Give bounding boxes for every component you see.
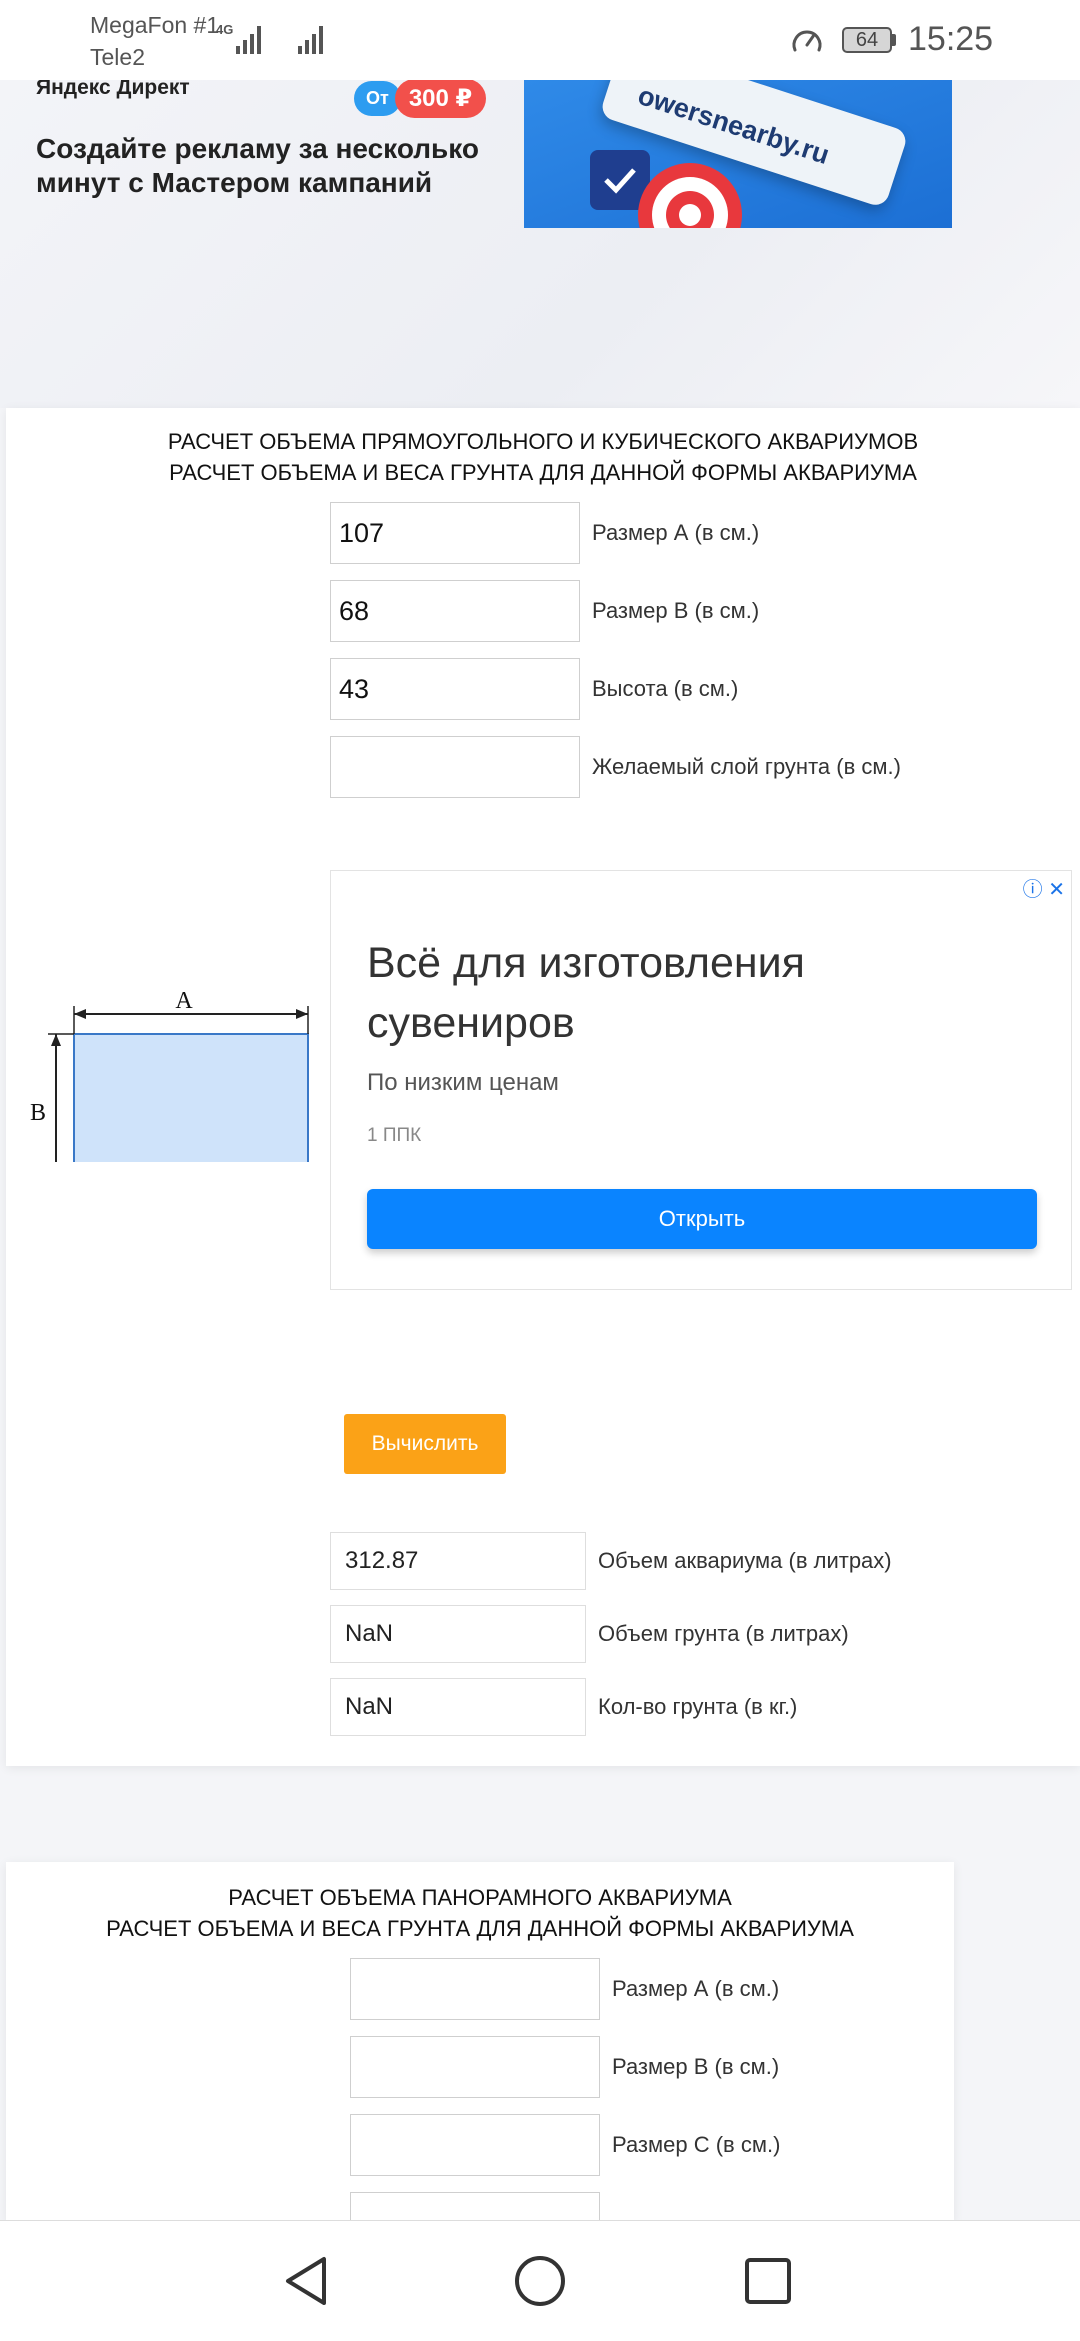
panoramic-size-b-input[interactable] xyxy=(350,2036,600,2098)
height-label: Высота (в см.) xyxy=(592,676,739,701)
soil-weight-output: NaN xyxy=(330,1678,586,1736)
aquarium-dimensions-diagram: A B xyxy=(30,992,309,1162)
ad-headline: Создайте рекламу за несколько минут с Ма… xyxy=(36,133,479,198)
size-a-label: Размер А (в см.) xyxy=(592,520,760,545)
panoramic-aquarium-calculator: РАСЧЕТ ОБЪЕМА ПАНОРАМНОГО АКВАРИУМА РАСЧ… xyxy=(6,1862,954,2254)
calculator-title-line1: РАСЧЕТ ОБЪЕМА ПРЯМОУГОЛЬНОГО И КУБИЧЕСКО… xyxy=(167,429,919,454)
calculator-title-line2: РАСЧЕТ ОБЪЕМА И ВЕСА ГРУНТА ДЛЯ ДАННОЙ Ф… xyxy=(106,1916,854,1941)
ad-title: Всё для изготовления сувениров xyxy=(367,939,805,1047)
panoramic-size-b-label: Размер В (в см.) xyxy=(612,2054,780,2079)
ad-info-close-icon[interactable]: ⓘ ✕ xyxy=(1023,873,1065,902)
rectangular-aquarium-calculator: РАСЧЕТ ОБЪЕМА ПРЯМОУГОЛЬНОГО И КУБИЧЕСКО… xyxy=(6,408,1080,1766)
calculator-title: РАСЧЕТ ОБЪЕМА ПАНОРАМНОГО АКВАРИУМА РАСЧ… xyxy=(6,1882,954,1944)
size-a-input[interactable]: 107 xyxy=(330,502,580,564)
battery-icon: 64 xyxy=(842,27,892,53)
target-icon xyxy=(590,150,742,228)
soil-layer-label: Желаемый слой грунта (в см.) xyxy=(592,754,901,779)
system-navigation-bar xyxy=(0,2220,1080,2341)
ad-illustration: owersnearby.ru xyxy=(524,80,952,228)
aquarium-volume-label: Объем аквариума (в литрах) xyxy=(598,1548,892,1573)
diagram-label-a: A xyxy=(175,992,193,1014)
calculate-button[interactable]: Вычислить xyxy=(344,1414,506,1474)
battery-tip xyxy=(892,34,896,46)
status-bar: MegaFon #1 Tele2 4G 64 15:25 xyxy=(0,0,1080,80)
calculator-title: РАСЧЕТ ОБЪЕМА ПРЯМОУГОЛЬНОГО И КУБИЧЕСКО… xyxy=(6,426,1080,488)
soil-volume-output: NaN xyxy=(330,1605,586,1663)
data-saver-icon xyxy=(792,30,822,52)
size-b-label: Размер В (в см.) xyxy=(592,598,760,623)
ad-open-button[interactable]: Открыть xyxy=(367,1189,1037,1249)
ad-source: 1 ППК xyxy=(367,1125,422,1146)
calculator-title-line1: РАСЧЕТ ОБЪЕМА ПАНОРАМНОГО АКВАРИУМА xyxy=(228,1885,732,1910)
soil-layer-input[interactable] xyxy=(330,736,580,798)
home-icon[interactable] xyxy=(510,2251,570,2311)
clock: 15:25 xyxy=(908,20,994,58)
aquarium-volume-output: 312.87 xyxy=(330,1532,586,1590)
carrier-name-secondary: Tele2 xyxy=(90,44,145,70)
panoramic-size-a-input[interactable] xyxy=(350,1958,600,2020)
panoramic-size-a-label: Размер А (в см.) xyxy=(612,1976,780,2001)
signal-strength-icon xyxy=(236,24,261,54)
soil-volume-label: Объем грунта (в литрах) xyxy=(598,1621,849,1646)
network-type-badge: 4G xyxy=(216,22,234,37)
top-banner-ad[interactable]: Яндекс Директ От 300 ₽ Создайте рекламу … xyxy=(0,80,1080,408)
recents-icon[interactable] xyxy=(738,2251,798,2311)
ad-brand-label: Яндекс Директ xyxy=(36,80,190,99)
ad-price-amount: 300 ₽ xyxy=(394,80,487,118)
soil-weight-label: Кол-во грунта (в кг.) xyxy=(598,1694,798,1719)
ad-subtitle: По низким ценам xyxy=(367,1069,559,1096)
back-icon[interactable] xyxy=(278,2251,338,2311)
carrier-name-primary: MegaFon #1 xyxy=(90,12,220,38)
ad-price-prefix: От xyxy=(354,80,401,116)
calculator-title-line2: РАСЧЕТ ОБЪЕМА И ВЕСА ГРУНТА ДЛЯ ДАННОЙ Ф… xyxy=(169,460,917,485)
panoramic-size-c-input[interactable] xyxy=(350,2114,600,2176)
size-b-input[interactable]: 68 xyxy=(330,580,580,642)
ad-price-badge: От 300 ₽ xyxy=(354,80,487,118)
height-input[interactable]: 43 xyxy=(330,658,580,720)
diagram-label-b: B xyxy=(30,1100,46,1126)
panoramic-size-c-label: Размер С (в см.) xyxy=(612,2132,781,2157)
signal-strength-icon xyxy=(298,24,323,54)
inline-ad-block[interactable]: ⓘ ✕ Всё для изготовления сувениров По ни… xyxy=(330,870,1072,1290)
